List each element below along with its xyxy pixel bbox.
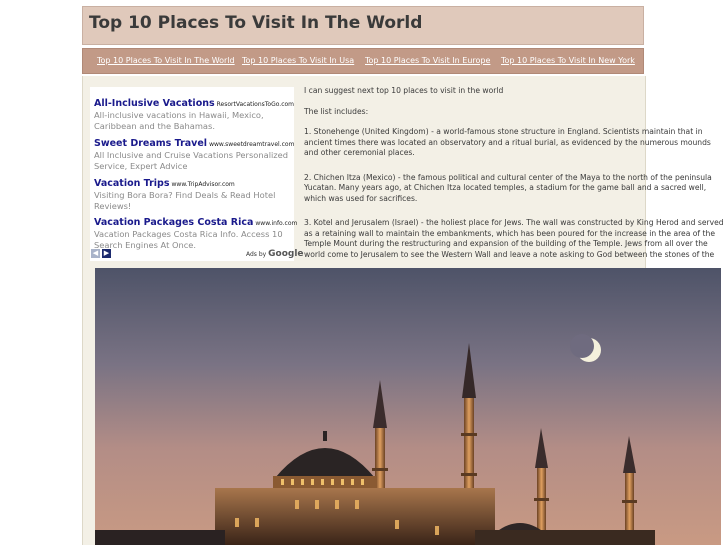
ad-prev-icon[interactable]: ◀: [91, 249, 100, 258]
ad-title[interactable]: Sweet Dreams Travel: [94, 138, 207, 149]
article-item: 2. Chichen Itza (Mexico) - the famous po…: [304, 172, 712, 203]
nav-link-europe[interactable]: Top 10 Places To Visit In Europe: [365, 56, 490, 65]
ad-description: Visiting Bora Bora? Find Deals & Read Ho…: [94, 190, 276, 211]
mosque-photo: [95, 268, 721, 545]
ad-item[interactable]: All-Inclusive Vacations ResortVacationsTo…: [94, 91, 294, 131]
ad-item[interactable]: Vacation Trips www.TripAdvisor.com Visiti…: [94, 171, 294, 211]
article-intro: I can suggest next top 10 places to visi…: [304, 86, 504, 95]
ad-block: All-Inclusive Vacations ResortVacationsTo…: [90, 87, 297, 261]
ads-by-label: Ads by: [246, 251, 267, 258]
ad-url[interactable]: ResortVacationsToGo.com: [217, 101, 294, 108]
ad-title[interactable]: All-Inclusive Vacations: [94, 98, 215, 109]
page: Top 10 Places To Visit In The World Top …: [0, 0, 727, 545]
ad-url[interactable]: www.TripAdvisor.com: [172, 181, 235, 188]
article-item: 3. Kotel and Jerusalem (Israel) - the ho…: [304, 218, 724, 259]
article-body: I can suggest next top 10 places to visi…: [304, 86, 726, 270]
article-list-intro: The list includes:: [304, 106, 369, 116]
nav-bar: Top 10 Places To Visit In The World Top …: [82, 48, 644, 74]
ad-item[interactable]: Vacation Packages Costa Rica www.info.com…: [94, 210, 297, 250]
ad-title[interactable]: Vacation Packages Costa Rica: [94, 217, 253, 228]
nav-link-new-york[interactable]: Top 10 Places To Visit In New York: [501, 56, 635, 65]
ad-description: All-inclusive vacations in Hawaii, Mexic…: [94, 110, 264, 131]
ad-next-icon[interactable]: ▶: [102, 249, 111, 258]
ad-description: Vacation Packages Costa Rica Info. Acces…: [94, 229, 283, 250]
nav-link-usa[interactable]: Top 10 Places To Visit In Usa: [242, 56, 354, 65]
ad-title[interactable]: Vacation Trips: [94, 178, 170, 189]
google-logo: Google: [268, 249, 304, 259]
nav-link-world[interactable]: Top 10 Places To Visit In The World: [97, 56, 235, 65]
ad-description: All Inclusive and Cruise Vacations Perso…: [94, 150, 289, 171]
site-title: Top 10 Places To Visit In The World: [89, 13, 423, 33]
ads-by-google-link[interactable]: Ads by Google: [246, 249, 304, 259]
site-header: Top 10 Places To Visit In The World: [82, 6, 644, 45]
ad-url[interactable]: www.info.com: [255, 220, 297, 227]
ad-url[interactable]: www.sweetdreamtravel.com: [209, 141, 294, 148]
ad-item[interactable]: Sweet Dreams Travel www.sweetdreamtravel.…: [94, 131, 294, 171]
article-item: 1. Stonehenge (United Kingdom) - a world…: [304, 127, 711, 157]
